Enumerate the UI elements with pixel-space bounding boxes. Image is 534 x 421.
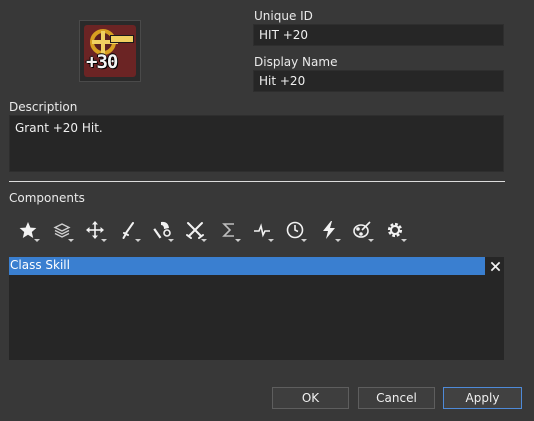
unique-id-label: Unique ID bbox=[254, 9, 313, 23]
pulse-icon[interactable] bbox=[248, 216, 276, 244]
layers-icon[interactable] bbox=[48, 216, 76, 244]
cancel-button[interactable]: Cancel bbox=[358, 387, 435, 409]
gear-icon[interactable] bbox=[381, 216, 409, 244]
sigma-icon[interactable] bbox=[215, 216, 243, 244]
move-arrows-icon[interactable] bbox=[81, 216, 109, 244]
display-name-label: Display Name bbox=[254, 55, 338, 69]
display-name-input[interactable] bbox=[253, 70, 504, 92]
crossed-swords-icon[interactable] bbox=[181, 216, 209, 244]
lightning-icon[interactable] bbox=[315, 216, 343, 244]
apply-button[interactable]: Apply bbox=[443, 387, 522, 409]
sword-icon[interactable] bbox=[115, 216, 143, 244]
ok-button[interactable]: OK bbox=[272, 387, 349, 409]
star-icon[interactable] bbox=[14, 216, 42, 244]
list-item[interactable]: Class Skill bbox=[9, 257, 485, 275]
skill-icon-frame[interactable]: +30 bbox=[79, 20, 141, 82]
components-list[interactable]: Class Skill bbox=[9, 257, 504, 360]
skill-icon-text: +30 bbox=[86, 51, 118, 73]
close-icon[interactable] bbox=[487, 257, 504, 275]
section-divider bbox=[9, 181, 505, 182]
component-label: Class Skill bbox=[10, 258, 70, 272]
description-label: Description bbox=[9, 100, 78, 114]
hit-bonus-crosshair-icon: +30 bbox=[84, 25, 136, 77]
clock-icon[interactable] bbox=[281, 216, 309, 244]
description-textarea[interactable]: Grant +20 Hit. bbox=[9, 115, 504, 172]
axe-wrench-icon[interactable] bbox=[148, 216, 176, 244]
unique-id-input[interactable] bbox=[253, 24, 504, 46]
palette-brush-icon[interactable] bbox=[348, 216, 376, 244]
components-label: Components bbox=[9, 191, 85, 205]
